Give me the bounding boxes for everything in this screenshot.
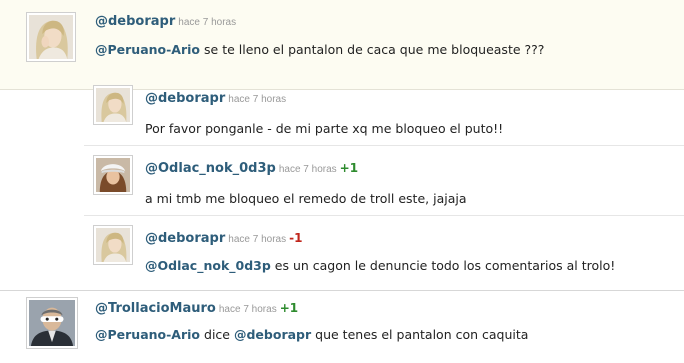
avatar-odlac[interactable] — [93, 155, 133, 195]
vote-score: +1 — [279, 301, 299, 315]
comment-header: @TrollacioMauro hace 7 horas +1 — [95, 297, 298, 316]
avatar-deborapr[interactable] — [93, 85, 133, 125]
timestamp: hace 7 horas — [228, 94, 287, 105]
username-link[interactable]: @deborapr — [145, 231, 225, 246]
vote-score: +1 — [339, 161, 359, 175]
mention-link[interactable]: @Peruano-Ario — [95, 327, 200, 342]
username-link[interactable]: @deborapr — [145, 91, 225, 106]
comment-3: @Odlac_nok_0d3p hace 7 horas +1 a mi tmb m… — [84, 146, 684, 216]
avatar-man-masked-icon — [29, 300, 75, 346]
comment-text: es un cagon le denuncie todo los comenta… — [274, 258, 616, 273]
username-link[interactable]: @deborapr — [95, 14, 175, 29]
avatar-blonde-woman-icon — [96, 228, 130, 262]
comment-text: que tenes el pantalon con caquita — [315, 327, 529, 342]
avatar-blonde-woman-icon — [96, 88, 130, 122]
mention-link[interactable]: @Odlac_nok_0d3p — [145, 258, 271, 273]
comment-header: @deborapr hace 7 horas — [145, 87, 286, 106]
avatar-blonde-woman-icon — [29, 15, 73, 59]
comment-header: @Odlac_nok_0d3p hace 7 horas +1 — [145, 157, 358, 176]
timestamp: hace 7 horas — [218, 304, 277, 315]
comment-body: @Peruano-Ario dice @deborapr que tenes e… — [95, 327, 528, 342]
avatar-deborapr[interactable] — [93, 225, 133, 265]
comment-5: @TrollacioMauro hace 7 horas +1 @Peruano-A… — [0, 290, 684, 363]
comment-header: @deborapr hace 7 horas — [95, 10, 236, 29]
comment-text: se te lleno el pantalon de caca que me b… — [204, 42, 545, 57]
mention-link[interactable]: @deborapr — [234, 327, 311, 342]
username-link[interactable]: @Odlac_nok_0d3p — [145, 161, 276, 176]
comment-body: @Peruano-Ario se te lleno el pantalon de… — [95, 42, 544, 57]
timestamp: hace 7 horas — [228, 234, 287, 245]
username-link[interactable]: @TrollacioMauro — [95, 301, 216, 316]
avatar-woman-white-hat-icon — [96, 158, 130, 192]
timestamp: hace 7 horas — [278, 164, 337, 175]
vote-score: -1 — [289, 231, 303, 245]
comment-text: a mi tmb me bloqueo el remedo de troll e… — [145, 191, 467, 206]
comment-text: dice — [204, 327, 230, 342]
comment-text: Por favor ponganle - de mi parte xq me b… — [145, 121, 504, 136]
mention-link[interactable]: @Peruano-Ario — [95, 42, 200, 57]
comment-header: @deborapr hace 7 horas -1 — [145, 227, 302, 246]
comment-4: @deborapr hace 7 horas -1 @Odlac_nok_0d3p … — [84, 216, 684, 290]
comment-body: @Odlac_nok_0d3p es un cagon le denuncie … — [145, 258, 615, 273]
avatar-trollaciomauro[interactable] — [26, 297, 78, 349]
timestamp: hace 7 horas — [178, 17, 237, 28]
comment-2: @deborapr hace 7 horas Por favor ponganle… — [84, 76, 684, 146]
avatar-deborapr[interactable] — [26, 12, 76, 62]
